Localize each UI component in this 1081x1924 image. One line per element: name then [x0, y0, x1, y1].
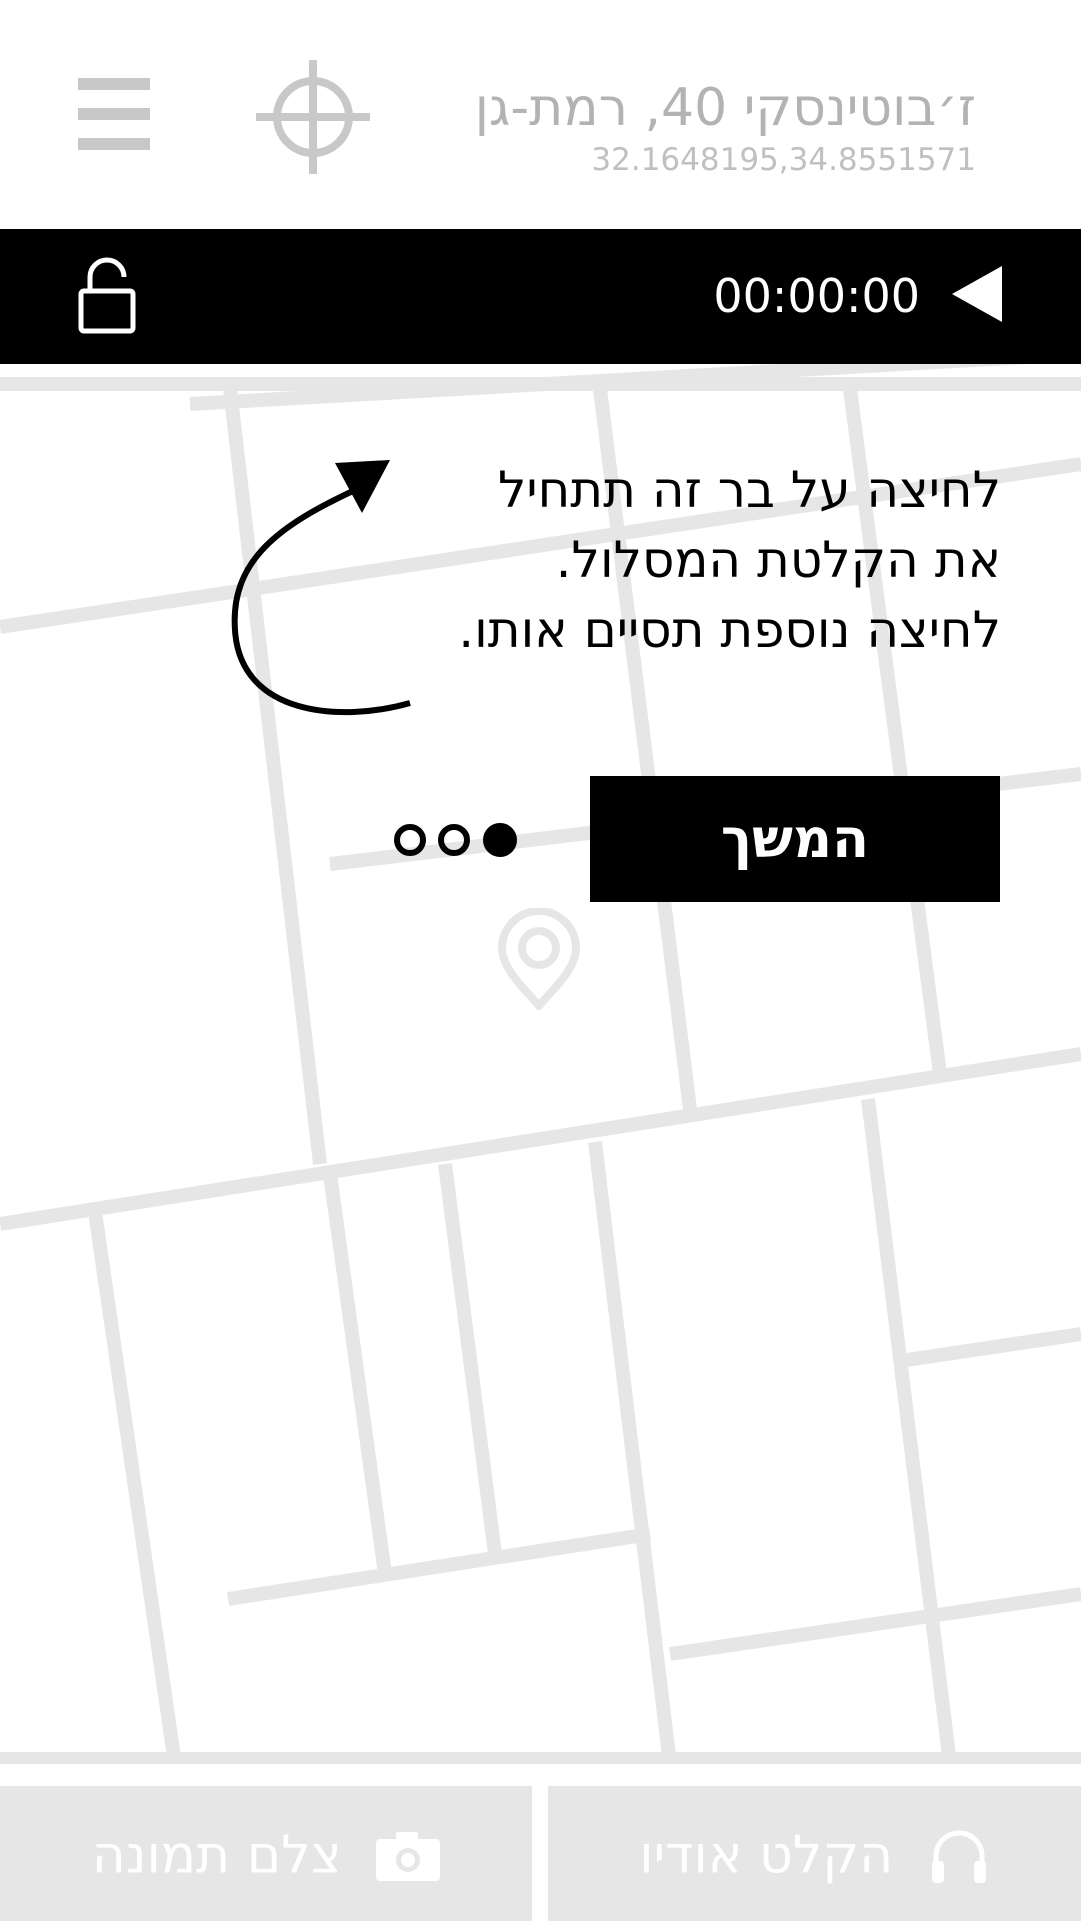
hint-line-1: לחיצה על בר זה תתחיל [498, 461, 1001, 519]
hint-line-2: את הקלטת המסלול. [555, 531, 1001, 589]
current-coordinates: 32.1648195,34.8551571 [591, 142, 976, 178]
onboarding-pagination [394, 823, 517, 857]
take-photo-button[interactable]: צלם תמונה [0, 1786, 532, 1921]
take-photo-label: צלם תמונה [91, 1825, 342, 1886]
pagination-dot [394, 824, 426, 856]
current-address: ז׳בוטינסקי 40, רמת-גן [474, 78, 976, 138]
pagination-dot [483, 823, 517, 857]
hint-line-3: לחיצה נוספת תסיים אותו. [458, 601, 1001, 659]
continue-button[interactable]: המשך [590, 776, 1000, 902]
map-pin-icon [498, 908, 580, 1010]
route-recording-hint: לחיצה על בר זה תתחיל את הקלטת המסלול. לח… [361, 455, 1001, 665]
record-audio-label: הקלט אודיו [639, 1825, 894, 1886]
top-header: ז׳בוטינסקי 40, רמת-גן 32.1648195,34.8551… [0, 0, 1081, 229]
camera-icon [376, 1832, 441, 1881]
hamburger-menu-icon[interactable] [78, 78, 150, 150]
unlocked-padlock-icon[interactable] [78, 255, 138, 335]
pagination-dot [438, 824, 470, 856]
route-timer: 00:00:00 [713, 269, 920, 323]
headphones-icon [931, 1830, 986, 1883]
play-left-triangle-icon[interactable] [952, 266, 1002, 322]
curved-arrow-icon [231, 460, 411, 716]
record-audio-button[interactable]: הקלט אודיו [548, 1786, 1081, 1921]
